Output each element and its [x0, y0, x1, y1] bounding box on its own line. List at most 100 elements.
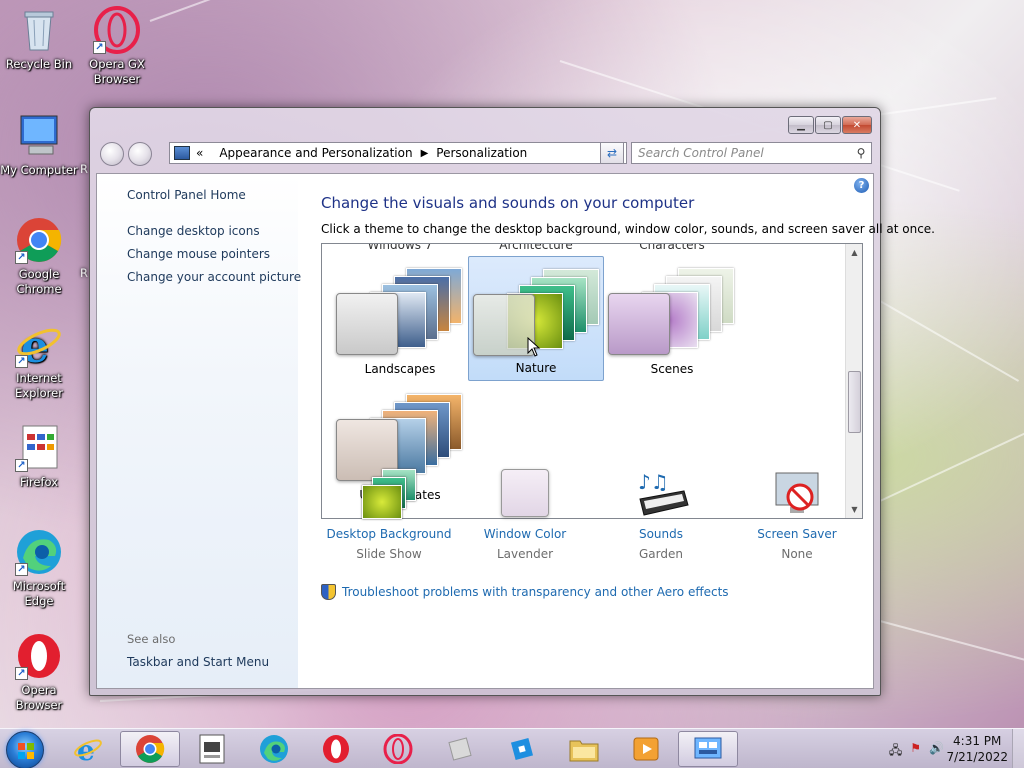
windows-logo-icon [18, 743, 34, 759]
opera-gx-icon: ↗ [93, 6, 141, 54]
recycle-bin-icon [15, 6, 63, 54]
uac-shield-icon [321, 584, 336, 600]
taskbar-roblox[interactable] [492, 731, 552, 767]
internet-explorer-icon: e [74, 734, 102, 764]
sidebar-link-mouse-pointers[interactable]: Change mouse pointers [127, 247, 270, 261]
mouse-cursor-icon [527, 337, 541, 357]
desktop-background-value: Slide Show [356, 547, 422, 561]
taskbar-file-explorer[interactable] [554, 731, 614, 767]
breadcrumb-personalization[interactable]: Personalization [436, 146, 527, 160]
roblox-icon [448, 737, 472, 761]
theme-label-cut-characters: Characters [639, 243, 705, 252]
system-tray: 🖧 ⚑ 🔊 [889, 741, 944, 762]
taskbar-app[interactable] [182, 731, 242, 767]
sidebar: Control Panel Home Change desktop icons … [97, 174, 301, 688]
edge-icon: ↗ [15, 528, 63, 576]
roblox-studio-icon [510, 737, 534, 761]
chrome-icon: ↗ [15, 216, 63, 264]
taskbar-chrome[interactable] [120, 731, 180, 767]
taskbar-internet-explorer[interactable]: e [58, 731, 118, 767]
desktop-icon-opera-gx[interactable]: ↗ Opera GX Browser [78, 6, 156, 87]
clock-time: 4:31 PM [953, 734, 1002, 748]
sounds-option[interactable]: ♪♫ Sounds Garden [591, 469, 731, 561]
personalization-window: ▁ ▢ ✕ « Appearance and Personalization ▶… [89, 107, 935, 696]
theme-item-nature[interactable]: Nature [468, 256, 604, 381]
media-player-icon [633, 737, 659, 761]
theme-item-scenes[interactable]: Scenes [604, 256, 740, 381]
opera-icon [323, 735, 349, 763]
volume-icon[interactable]: 🔊 [929, 741, 944, 762]
control-panel-icon [694, 737, 722, 759]
window-color-link[interactable]: Window Color [455, 527, 595, 541]
desktop-background-link[interactable]: Desktop Background [319, 527, 459, 541]
page-title: Change the visuals and sounds on your co… [321, 194, 695, 212]
search-placeholder: Search Control Panel [638, 146, 764, 160]
breadcrumb-separator-icon[interactable]: ▶ [421, 148, 429, 159]
desktop-background-option[interactable]: Desktop Background Slide Show [319, 469, 459, 561]
screen-saver-option[interactable]: Screen Saver None [727, 469, 867, 561]
page-subtitle: Click a theme to change the desktop back… [321, 222, 935, 236]
application-window-icon [199, 734, 225, 764]
theme-item-landscapes[interactable]: Landscapes [332, 256, 468, 381]
back-button[interactable] [100, 142, 124, 166]
sidebar-link-account-picture[interactable]: Change your account picture [127, 270, 301, 284]
refresh-button[interactable]: ⇄ [600, 142, 624, 164]
folder-icon [569, 740, 599, 762]
desktop-icon-recycle-bin[interactable]: Recycle Bin [0, 6, 78, 72]
desktop-icon-internet-explorer[interactable]: e ↗ Internet Explorer [0, 320, 78, 401]
window-client-area: Control Panel Home Change desktop icons … [96, 173, 935, 689]
shortcut-arrow-icon: ↗ [93, 41, 106, 54]
forward-button[interactable] [128, 142, 152, 166]
sounds-link[interactable]: Sounds [591, 527, 731, 541]
sidebar-link-taskbar-start-menu[interactable]: Taskbar and Start Menu [127, 655, 269, 669]
minimize-button[interactable]: ▁ [788, 116, 814, 134]
desktop-icon-chrome[interactable]: ↗ Google Chrome [0, 216, 78, 297]
taskbar-control-panel[interactable] [678, 731, 738, 767]
clock[interactable]: 4:31 PM 7/21/2022 [946, 733, 1008, 765]
opera-icon: ↗ [15, 632, 63, 680]
taskbar-roblox-studio[interactable] [430, 731, 490, 767]
address-overflow-chevron[interactable]: « [196, 146, 203, 160]
theme-label: Scenes [650, 362, 694, 376]
action-center-icon[interactable]: ⚑ [910, 741, 921, 762]
chrome-icon [136, 735, 165, 763]
sidebar-link-control-panel-home[interactable]: Control Panel Home [127, 188, 246, 202]
start-button[interactable] [6, 731, 44, 768]
scroll-up-icon[interactable]: ▲ [846, 244, 862, 261]
shortcut-arrow-icon: ↗ [15, 251, 28, 264]
desktop-icon-my-computer[interactable]: My Computer [0, 112, 78, 178]
sidebar-link-desktop-icons[interactable]: Change desktop icons [127, 224, 260, 238]
network-icon[interactable]: 🖧 [889, 741, 902, 762]
taskbar-media-player[interactable] [616, 731, 676, 767]
svg-text:♪♫: ♪♫ [638, 470, 669, 494]
window-color-icon [496, 469, 554, 521]
shortcut-arrow-icon: ↗ [15, 563, 28, 576]
screen-saver-link[interactable]: Screen Saver [727, 527, 867, 541]
shortcut-arrow-icon: ↗ [15, 355, 28, 368]
desktop-icon-firefox[interactable]: ↗ Firefox [0, 424, 78, 490]
search-icon[interactable]: ⚲ [851, 146, 871, 160]
taskbar-opera-gx[interactable] [368, 731, 428, 767]
search-input[interactable]: Search Control Panel ⚲ [631, 142, 872, 164]
show-desktop-button[interactable] [1012, 729, 1024, 768]
window-color-swatch [608, 293, 670, 355]
maximize-button[interactable]: ▢ [815, 116, 841, 134]
firefox-icon: ↗ [15, 424, 63, 472]
window-color-swatch [336, 293, 398, 355]
taskbar: e 🖧 ⚑ 🔊 4:31 PM 7/21/2022 [0, 728, 1024, 768]
desktop-icon-edge[interactable]: ↗ Microsoft Edge [0, 528, 78, 609]
breadcrumb-appearance[interactable]: Appearance and Personalization [219, 146, 412, 160]
window-color-option[interactable]: Window Color Lavender [455, 469, 595, 561]
main-content: ? Change the visuals and sounds on your … [299, 174, 935, 688]
desktop-icon-opera[interactable]: ↗ Opera Browser [0, 632, 78, 713]
troubleshoot-link[interactable]: Troubleshoot problems with transparency … [321, 584, 729, 600]
taskbar-edge[interactable] [244, 731, 304, 767]
close-button[interactable]: ✕ [842, 116, 872, 134]
address-bar[interactable]: « Appearance and Personalization ▶ Perso… [169, 142, 627, 164]
taskbar-opera[interactable] [306, 731, 366, 767]
scrollbar-thumb[interactable] [848, 371, 861, 433]
theme-label-cut-windows7: Windows 7 [367, 243, 433, 252]
help-icon[interactable]: ? [854, 178, 869, 193]
troubleshoot-link-text[interactable]: Troubleshoot problems with transparency … [342, 585, 729, 599]
svg-text:e: e [77, 734, 95, 764]
